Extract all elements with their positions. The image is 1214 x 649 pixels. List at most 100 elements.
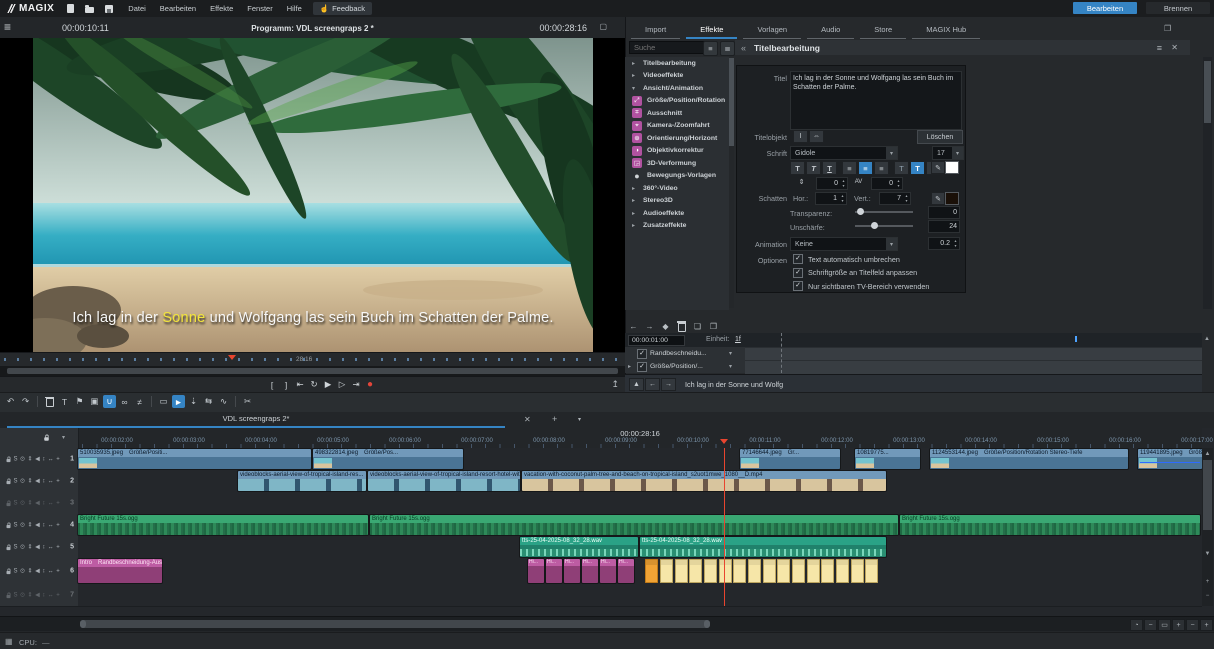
solo-button[interactable]: S — [14, 522, 18, 528]
stepper-arrows-icon[interactable]: ▴▾ — [952, 239, 959, 248]
play-range-button[interactable]: ▷ — [336, 378, 348, 391]
timeline-clip[interactable]: Hi... — [546, 559, 562, 583]
timeline-zoom-out-button[interactable]: − — [1144, 619, 1157, 631]
timeline-clip[interactable]: Hi... — [582, 559, 598, 583]
timeline-zoom-in-button[interactable]: + — [1172, 619, 1185, 631]
timeline-clip[interactable]: 510035935.jpegGröße/Positi... — [78, 449, 311, 469]
object-next-button[interactable]: → — [661, 378, 676, 391]
timeline-clip[interactable] — [719, 559, 732, 583]
timeline-clip[interactable]: tts-25-04-2025-08_32_28.wav — [520, 537, 638, 557]
checkbox-text-automatisch-umbrechen[interactable]: ✓ — [793, 254, 803, 264]
timeline-clip[interactable]: Bright Future 15s.ogg — [78, 515, 368, 535]
solo-button[interactable]: S — [14, 568, 18, 574]
tracks-scroll-down-button[interactable]: ▼ — [1202, 548, 1213, 559]
timeline-clip[interactable] — [777, 559, 790, 583]
sort-list-button[interactable]: ≡ — [703, 41, 718, 56]
timeline-clip[interactable]: Bright Future 15s.ogg — [370, 515, 898, 535]
tree-group-videoeffekte[interactable]: ▸Videoeffekte — [625, 70, 729, 83]
video-monitor-icon[interactable]: ⊙ — [20, 456, 25, 463]
project-tab[interactable]: VDL screengraps 2* — [7, 412, 505, 428]
track-height-minus-button[interactable]: − — [1202, 590, 1213, 601]
mouse-mode-single-button[interactable]: ⇣ — [187, 395, 200, 408]
preview-video-frame[interactable]: Ich lag in der Sonne und Wolfgang las se… — [33, 38, 593, 352]
tree-group-zusatzeffekte[interactable]: ▸Zusatzeffekte — [625, 220, 729, 233]
align-left-button[interactable]: ≡ — [842, 161, 857, 175]
tab-audio[interactable]: Audio — [807, 23, 854, 39]
timeline-clip[interactable] — [660, 559, 673, 583]
title-width-tool-button[interactable]: ⇔ — [809, 130, 824, 143]
effects-tree-scrollbar[interactable] — [729, 58, 734, 308]
stepper-arrows-icon[interactable]: ▴▾ — [840, 179, 847, 188]
timeline-zoom-fit-button[interactable]: ▭ — [1158, 619, 1171, 631]
pan-curve-icon[interactable]: ↔ — [48, 592, 54, 598]
scrub-preview-button[interactable]: ◔ — [1130, 619, 1143, 631]
track-height-icon[interactable]: ⇕ — [28, 568, 33, 575]
tracks-scroll-up-button[interactable]: ▲ — [1202, 448, 1213, 459]
lock-icon[interactable] — [7, 571, 11, 574]
menu-bearbeiten[interactable]: Bearbeiten — [153, 4, 203, 13]
keyframe-marker[interactable] — [1075, 336, 1077, 342]
solo-button[interactable]: S — [14, 500, 18, 506]
snap-toggle-button[interactable]: ∪ — [103, 395, 116, 408]
expand-icon[interactable]: ▸ — [628, 363, 634, 370]
add-keyframe-button[interactable]: ◆ — [659, 320, 672, 332]
pan-curve-icon[interactable]: ↔ — [48, 500, 54, 506]
redo-button[interactable]: ↷ — [19, 395, 32, 408]
monitor-detach-icon[interactable]: ▢ — [599, 22, 607, 31]
checkbox-nur-sichtbaren-tv-bereich-verwenden[interactable]: ✓ — [793, 281, 803, 291]
kerning-stepper[interactable]: 0 ▴▾ — [871, 177, 903, 190]
timeline-clip[interactable]: 498322814.jpegGröße/Pos... — [313, 449, 463, 469]
filled-text-button[interactable]: T — [910, 161, 925, 175]
unschaerfe-slider[interactable] — [855, 221, 913, 231]
timeline-clip[interactable] — [704, 559, 717, 583]
solo-button[interactable]: S — [14, 592, 18, 598]
menu-effekte[interactable]: Effekte — [203, 4, 240, 13]
timeline-clip[interactable]: 1124553144.jpegGröße/Position/Rotation S… — [930, 449, 1128, 469]
track-height-icon[interactable]: ⇕ — [28, 544, 33, 551]
mute-speaker-icon[interactable]: ◀ — [35, 456, 40, 463]
tree-item-objektivkorrektur[interactable]: ◑Objektivkorrektur — [625, 145, 729, 158]
keyframe-row-checkbox[interactable]: ✓ — [637, 349, 647, 359]
align-center-button[interactable]: ≡ — [858, 161, 873, 175]
menu-fenster[interactable]: Fenster — [240, 4, 279, 13]
timeline-clip[interactable] — [748, 559, 761, 583]
pan-curve-icon[interactable]: ↔ — [48, 456, 54, 462]
lock-icon[interactable] — [7, 503, 11, 506]
jump-end-button[interactable]: ⇥ — [350, 378, 362, 391]
kerning-icon[interactable]: AV — [852, 176, 865, 187]
timeline-clip[interactable] — [675, 559, 688, 583]
line-spacing-icon[interactable]: ⇕ — [795, 176, 808, 187]
tab-import[interactable]: Import — [631, 23, 680, 39]
stepper-arrows-icon[interactable]: ▴▾ — [903, 194, 910, 203]
video-monitor-icon[interactable]: ⊙ — [20, 500, 25, 507]
shadow-color-eyedropper-icon[interactable]: ✎ — [931, 192, 945, 205]
add-track-effect-icon[interactable]: + — [56, 456, 60, 462]
track-height-icon[interactable]: ⇕ — [28, 522, 33, 529]
transparenz-value-box[interactable]: 0 — [928, 206, 960, 219]
video-monitor-icon[interactable]: ⊙ — [20, 522, 25, 529]
track-height-icon[interactable]: ⇕ — [28, 478, 33, 485]
mode-brennen-button[interactable]: Brennen — [1146, 2, 1210, 14]
track-zoom-out-button[interactable]: − — [1186, 619, 1199, 631]
timeline-clip[interactable]: Bright Future 15s.ogg — [900, 515, 1200, 535]
add-track-effect-icon[interactable]: + — [56, 592, 60, 598]
chevron-down-icon[interactable]: ▾ — [729, 350, 732, 357]
range-select-button[interactable]: ▭ — [157, 395, 170, 408]
volume-curve-icon[interactable]: ↕ — [42, 544, 45, 550]
mute-speaker-icon[interactable]: ◀ — [35, 500, 40, 507]
track-height-icon[interactable]: ⇕ — [28, 592, 33, 599]
checkbox-schriftgr-e-an-titelfeld-anpassen[interactable]: ✓ — [793, 268, 803, 278]
delete-title-button[interactable]: Löschen — [917, 130, 963, 144]
italic-button[interactable]: T — [806, 161, 821, 175]
prev-keyframe-button[interactable]: ← — [627, 320, 640, 332]
timeline-clip[interactable]: videoblocks-aerial-view-of-tropical-isla… — [368, 471, 520, 491]
keyframe-row-track[interactable] — [745, 360, 1202, 374]
solo-button[interactable]: S — [14, 544, 18, 550]
timeline-clip[interactable] — [645, 559, 658, 583]
volume-curve-icon[interactable]: ↕ — [42, 500, 45, 506]
chevron-down-icon[interactable]: ▾ — [729, 363, 732, 370]
mute-speaker-icon[interactable]: ◀ — [35, 522, 40, 529]
video-monitor-icon[interactable]: ⊙ — [20, 544, 25, 551]
timeline-clip[interactable]: tts-25-04-2025-08_32_28.wav — [640, 537, 886, 557]
shadow-vert-stepper[interactable]: 7 ▴▾ — [879, 192, 911, 205]
